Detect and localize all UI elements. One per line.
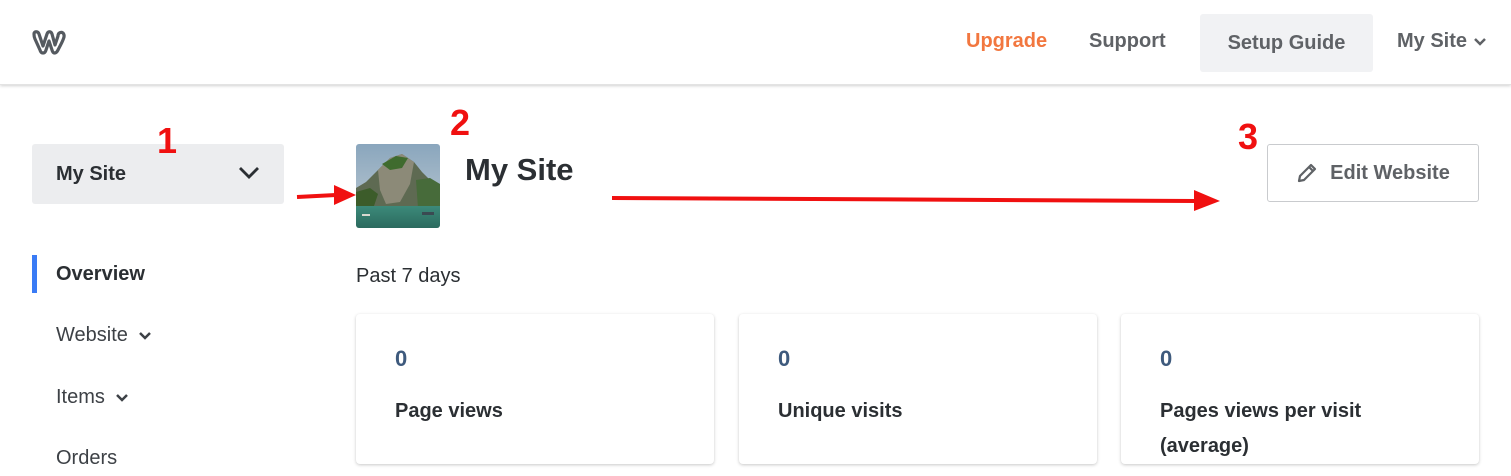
arrow-1-to-2 xyxy=(296,185,356,205)
annotation-arrows xyxy=(296,185,1220,211)
arrow-2-to-3 xyxy=(611,190,1220,211)
